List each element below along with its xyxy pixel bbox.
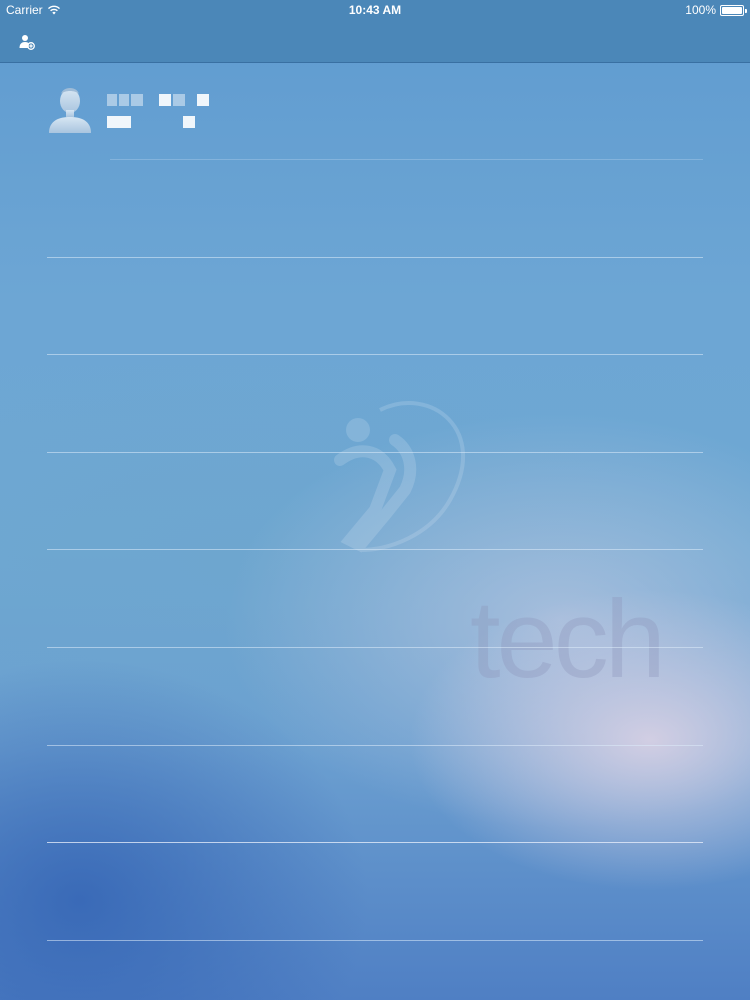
- separator-line: [47, 549, 703, 550]
- separator-line: [47, 745, 703, 746]
- status-right: 100%: [685, 3, 747, 17]
- separator-line: [47, 257, 703, 258]
- separator-line: [47, 842, 703, 843]
- profile-row[interactable]: [47, 84, 703, 136]
- separator-line: [47, 647, 703, 648]
- separator-line: [47, 940, 703, 941]
- status-time: 10:43 AM: [348, 3, 402, 17]
- status-bar: Carrier 10:43 AM 100%: [0, 0, 750, 20]
- person-silhouette-icon: [49, 88, 91, 133]
- battery-label: 100%: [685, 3, 716, 17]
- add-contact-icon: [19, 35, 35, 50]
- separator-line: [47, 452, 703, 453]
- figure-logo-icon: [334, 401, 465, 553]
- add-contact-button[interactable]: [14, 29, 40, 55]
- watermark-text: tech: [470, 578, 666, 701]
- battery-icon: [720, 4, 747, 16]
- profile-name-redacted: [107, 94, 209, 106]
- separator-line: [110, 159, 703, 160]
- separator-line: [47, 354, 703, 355]
- navigation-bar: [0, 20, 750, 63]
- profile-subtitle-redacted: [107, 116, 197, 128]
